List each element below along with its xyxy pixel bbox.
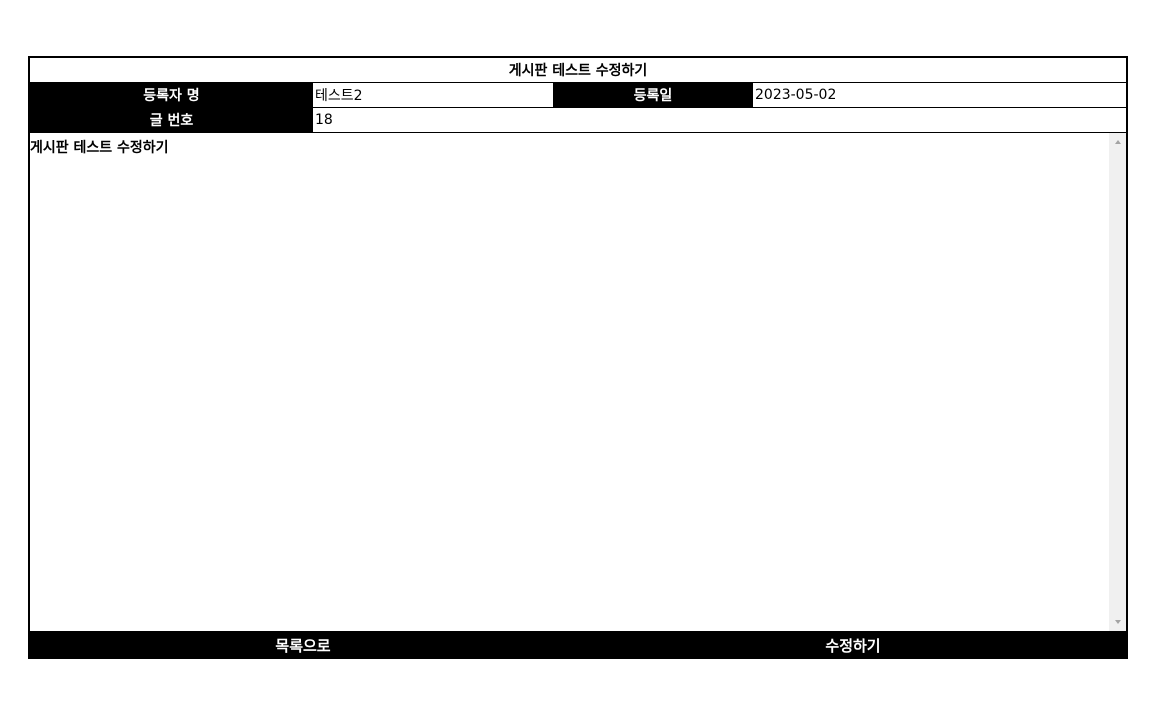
post-number-label: 글 번호 (30, 108, 313, 132)
edit-submit-button[interactable]: 수정하기 (578, 632, 1128, 659)
board-form: 게시판 테스트 수정하기 등록자 명 테스트2 등록일 2023-05-02 글… (28, 56, 1128, 633)
content-text[interactable]: 게시판 테스트 수정하기 (30, 133, 1108, 631)
post-number-value: 18 (315, 112, 333, 128)
author-label: 등록자 명 (30, 83, 313, 107)
action-bar: 목록으로 수정하기 (28, 632, 1128, 659)
content-textarea[interactable]: 게시판 테스트 수정하기 (30, 133, 1126, 631)
date-value: 2023-05-02 (755, 87, 837, 103)
scroll-up-icon[interactable] (1109, 135, 1126, 149)
back-to-list-button[interactable]: 목록으로 (28, 632, 578, 659)
date-label: 등록일 (553, 83, 753, 107)
scroll-down-icon[interactable] (1109, 615, 1126, 629)
content-scrollbar[interactable] (1109, 133, 1126, 631)
post-title[interactable]: 게시판 테스트 수정하기 (30, 58, 1126, 83)
post-number-row: 글 번호 18 (30, 108, 1126, 133)
author-date-row: 등록자 명 테스트2 등록일 2023-05-02 (30, 83, 1126, 108)
author-value: 테스트2 (315, 88, 363, 104)
